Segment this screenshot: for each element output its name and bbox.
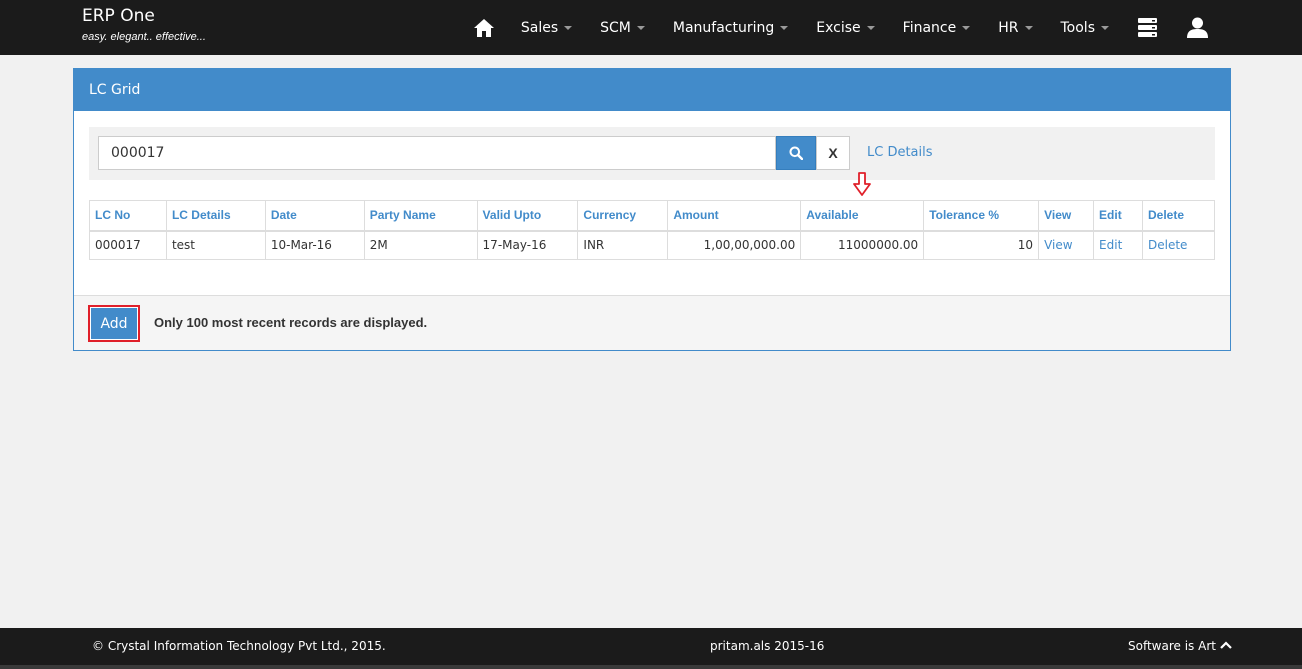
- col-header-delete[interactable]: Delete: [1141, 200, 1216, 232]
- chevron-down-icon: [866, 25, 875, 30]
- col-header-view[interactable]: View: [1038, 200, 1095, 232]
- chevron-up-icon[interactable]: [1220, 639, 1232, 653]
- panel-footer: Add Only 100 most recent records are dis…: [74, 295, 1230, 350]
- server-icon[interactable]: [1137, 0, 1157, 55]
- col-header-amount[interactable]: Amount: [667, 200, 802, 232]
- search-input[interactable]: 000017: [98, 136, 776, 170]
- lc-grid-panel: LC Grid 000017 X LC Details LC No LC Det…: [73, 68, 1231, 351]
- user-icon[interactable]: [1186, 0, 1208, 55]
- nav-finance-label: Finance: [902, 19, 957, 36]
- lc-table: LC No LC Details Date Party Name Valid U…: [89, 200, 1216, 260]
- clear-button[interactable]: X: [816, 136, 850, 170]
- nav-hr[interactable]: HR: [998, 19, 1033, 36]
- arrow-down-icon: [853, 172, 871, 201]
- chevron-down-icon: [564, 25, 573, 30]
- chevron-down-icon: [1024, 25, 1033, 30]
- nav-sales-label: Sales: [520, 19, 559, 36]
- cell-lc-no: 000017: [89, 230, 167, 260]
- chevron-down-icon: [1101, 25, 1109, 30]
- chevron-down-icon: [780, 25, 789, 30]
- search-bar: 000017 X LC Details: [89, 127, 1215, 180]
- add-button[interactable]: Add: [88, 305, 140, 342]
- cell-delete: Delete: [1141, 230, 1216, 260]
- top-navbar: ERP One easy. elegant.. effective... Sal…: [0, 0, 1302, 55]
- page-footer: © Crystal Information Technology Pvt Ltd…: [0, 628, 1302, 669]
- delete-link[interactable]: Delete: [1148, 238, 1187, 252]
- slogan-text: Software is Art: [1128, 639, 1216, 653]
- add-button-label: Add: [91, 308, 137, 339]
- chevron-down-icon: [962, 25, 971, 30]
- app-title: ERP One: [82, 6, 155, 26]
- col-header-date[interactable]: Date: [264, 200, 365, 232]
- cell-valid-upto: 17-May-16: [476, 230, 579, 260]
- col-header-currency[interactable]: Currency: [577, 200, 669, 232]
- cell-date: 10-Mar-16: [264, 230, 365, 260]
- search-button[interactable]: [776, 136, 816, 170]
- user-session-text: pritam.als 2015-16: [710, 639, 825, 653]
- panel-title: LC Grid: [74, 69, 1230, 111]
- table-header-row: LC No LC Details Date Party Name Valid U…: [89, 200, 1216, 232]
- col-header-lc-details[interactable]: LC Details: [165, 200, 266, 232]
- edit-link[interactable]: Edit: [1099, 238, 1122, 252]
- search-icon: [789, 146, 803, 160]
- nav-manufacturing[interactable]: Manufacturing: [672, 19, 789, 36]
- nav-finance[interactable]: Finance: [903, 20, 971, 36]
- home-icon[interactable]: [471, 0, 497, 55]
- col-header-valid-upto[interactable]: Valid Upto: [476, 200, 579, 232]
- view-link[interactable]: View: [1044, 238, 1072, 252]
- cell-currency: INR: [577, 230, 669, 260]
- col-header-edit[interactable]: Edit: [1093, 200, 1143, 232]
- nav-sales[interactable]: Sales: [520, 19, 573, 36]
- cell-available: 11000000.00: [800, 230, 925, 260]
- nav-tools-label: Tools: [1060, 19, 1096, 36]
- main-nav: Sales SCM Manufacturing Excise Finance H…: [471, 0, 1302, 55]
- col-header-tolerance[interactable]: Tolerance %: [923, 200, 1040, 232]
- nav-excise[interactable]: Excise: [816, 19, 875, 36]
- bottom-strip: [0, 665, 1302, 669]
- cell-party-name: 2M: [363, 230, 478, 260]
- copyright-text: © Crystal Information Technology Pvt Ltd…: [92, 639, 386, 653]
- table-row: 000017 test 10-Mar-16 2M 17-May-16 INR 1…: [89, 230, 1216, 260]
- nav-scm-label: SCM: [600, 19, 631, 36]
- col-header-lc-no[interactable]: LC No: [89, 200, 167, 232]
- nav-excise-label: Excise: [816, 19, 861, 36]
- nav-tools[interactable]: Tools: [1060, 19, 1109, 36]
- nav-manufacturing-label: Manufacturing: [672, 19, 775, 36]
- cell-view: View: [1038, 230, 1095, 260]
- lc-details-link[interactable]: LC Details: [867, 145, 933, 160]
- chevron-down-icon: [636, 25, 645, 30]
- records-note: Only 100 most recent records are display…: [154, 315, 428, 330]
- brand[interactable]: ERP One easy. elegant.. effective...: [82, 6, 206, 43]
- app-tagline: easy. elegant.. effective...: [82, 31, 206, 43]
- col-header-party-name[interactable]: Party Name: [363, 200, 478, 232]
- col-header-available[interactable]: Available: [800, 200, 925, 232]
- cell-lc-details: test: [165, 230, 266, 260]
- nav-hr-label: HR: [998, 19, 1019, 36]
- cell-amount: 1,00,00,000.00: [667, 230, 802, 260]
- cell-tolerance: 10: [923, 230, 1040, 260]
- cell-edit: Edit: [1093, 230, 1143, 260]
- nav-scm[interactable]: SCM: [600, 20, 645, 36]
